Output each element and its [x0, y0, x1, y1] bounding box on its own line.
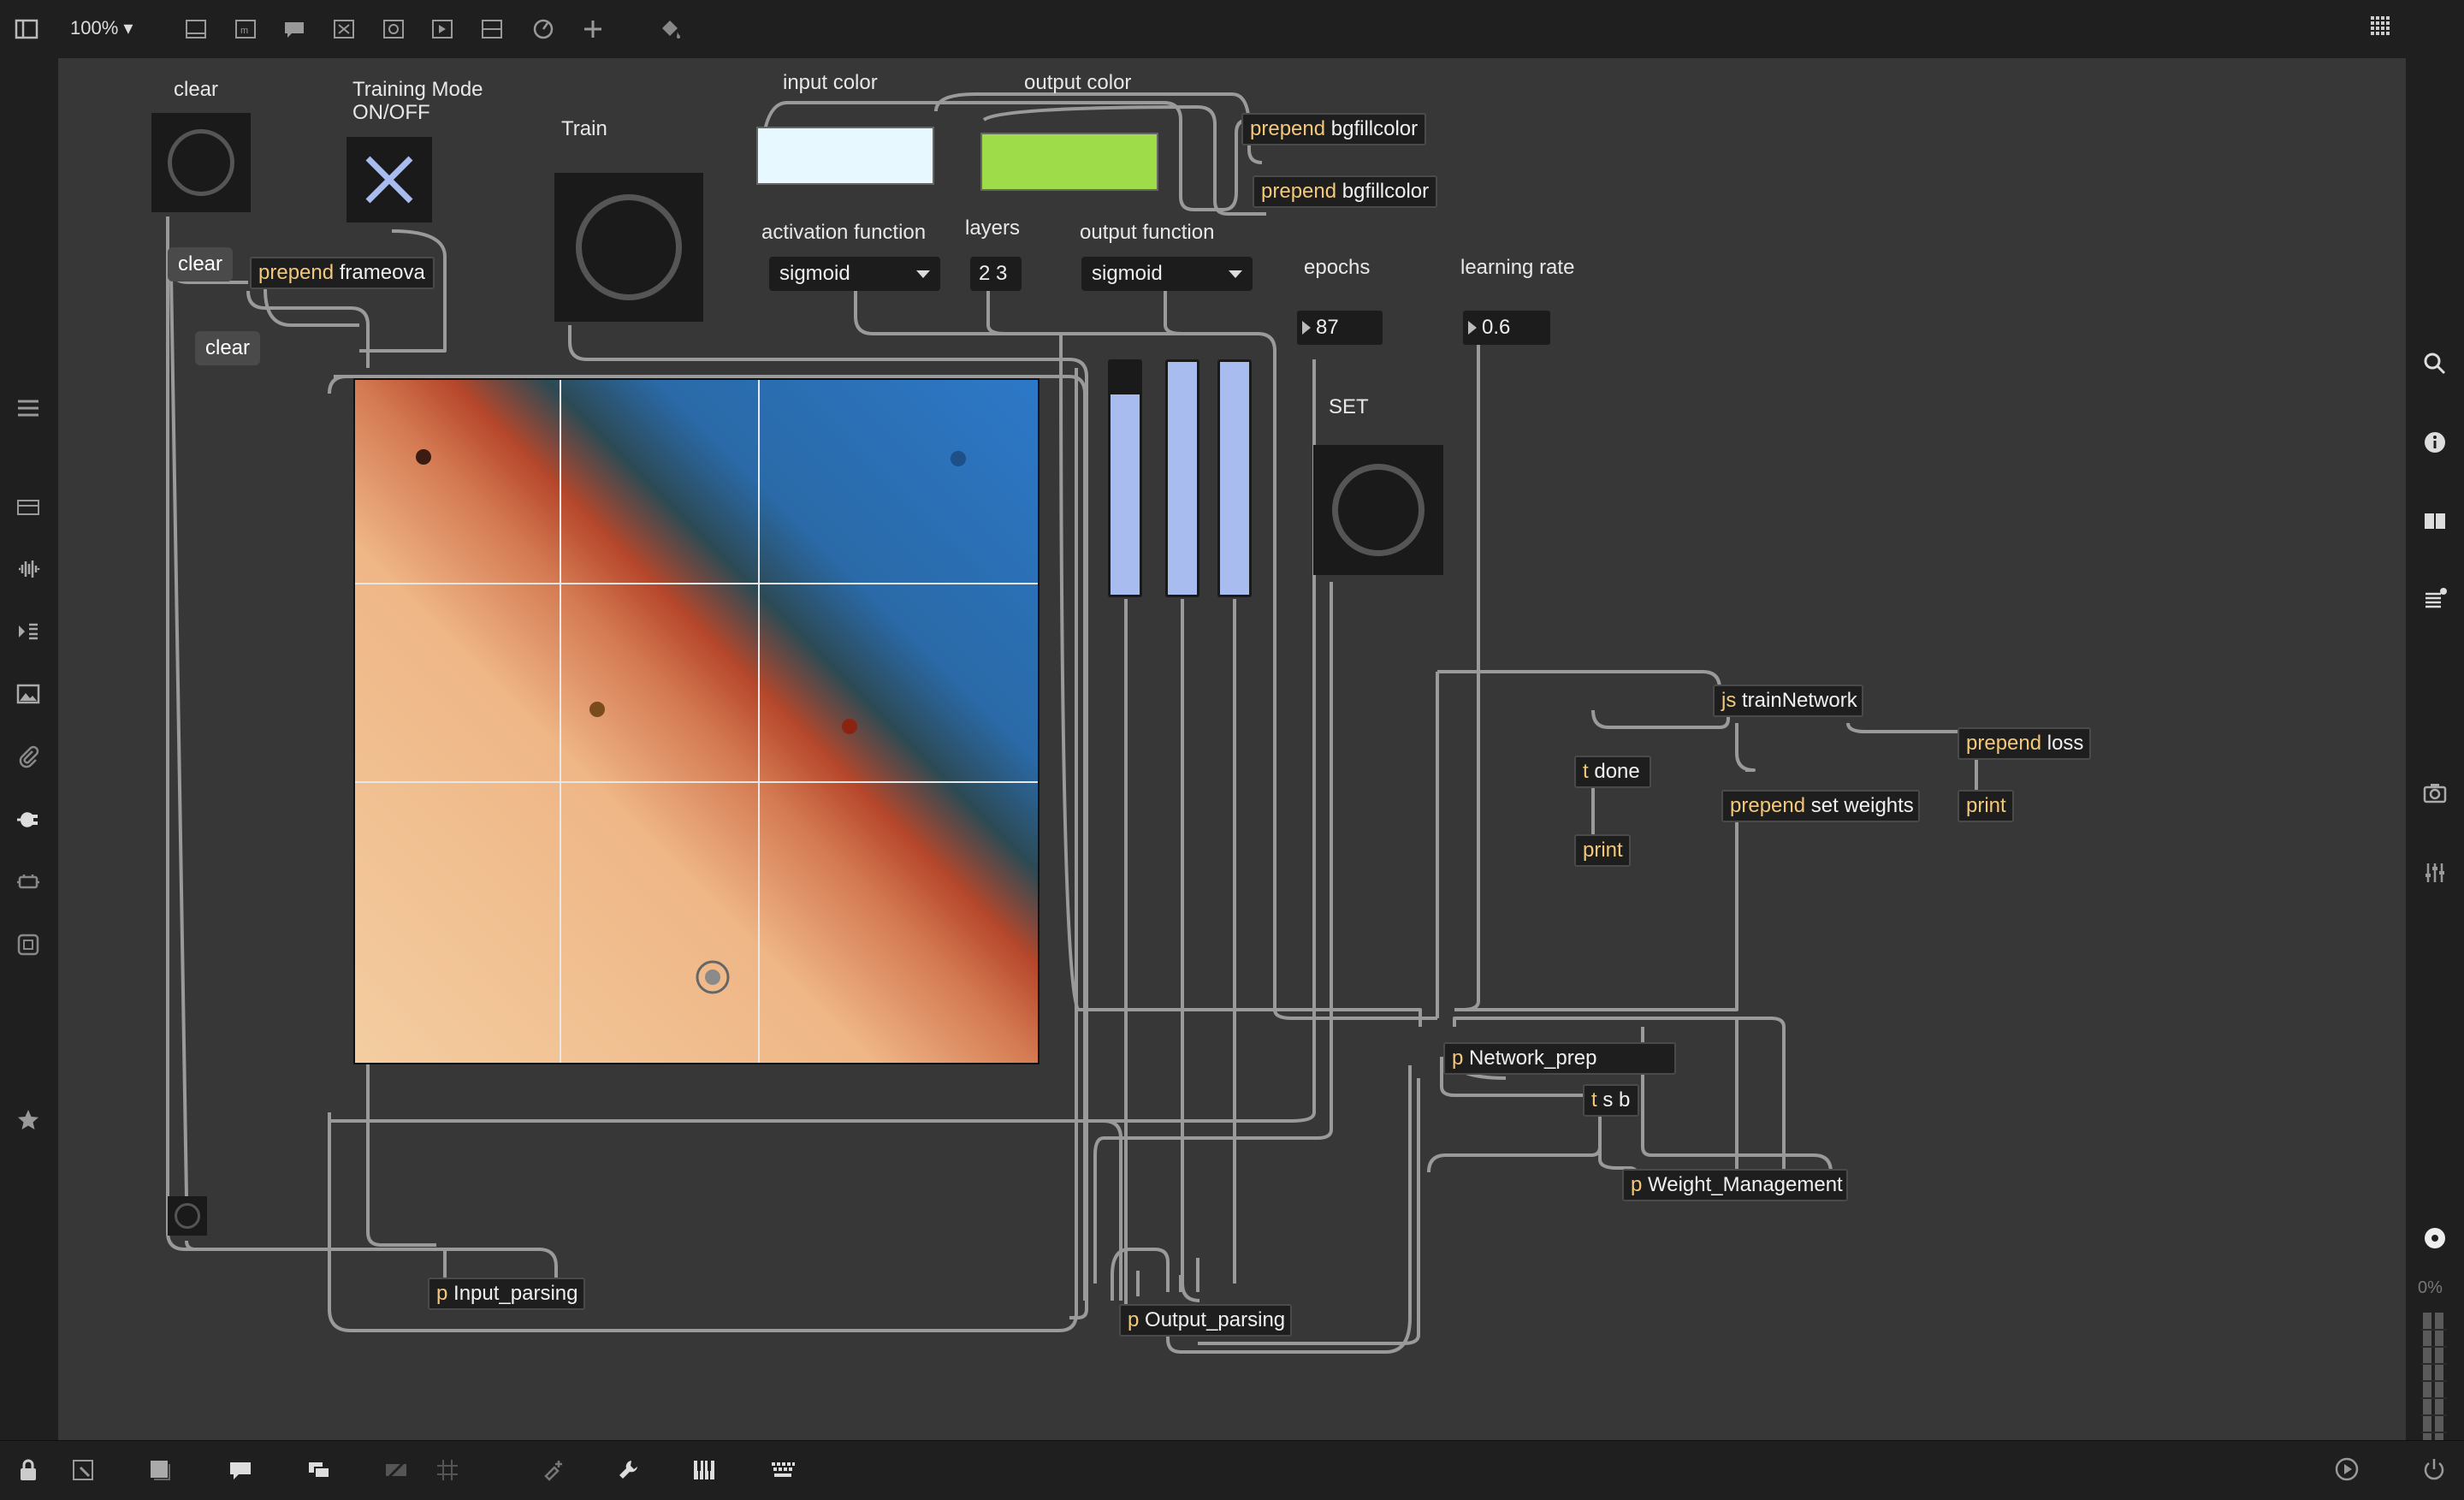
slider-fill	[1168, 362, 1197, 595]
object-argument: frameova	[339, 261, 425, 284]
object-keyword: p	[1452, 1046, 1464, 1070]
object-argument: s b	[1602, 1088, 1631, 1112]
x-mark-icon	[365, 156, 413, 204]
output-slider-2[interactable]	[1165, 359, 1199, 597]
layers-value: 2 3	[979, 262, 1008, 285]
epochs-value: 87	[1316, 316, 1339, 339]
clear-bang[interactable]	[151, 113, 251, 212]
object-keyword: p	[436, 1282, 448, 1305]
object-keyword: js	[1721, 689, 1737, 712]
output-function-value: sigmoid	[1092, 262, 1163, 285]
train-label: Train	[561, 117, 607, 140]
output-slider-3[interactable]	[1217, 359, 1252, 597]
activation-function-label: activation function	[761, 221, 927, 244]
set-bang[interactable]	[1313, 445, 1443, 575]
learning-rate-label: learning rate	[1460, 256, 1575, 279]
object-keyword: print	[1583, 839, 1623, 862]
object-argument: bgfillcolor	[1330, 117, 1419, 140]
output-function-menu[interactable]: sigmoid	[1081, 257, 1253, 291]
epochs-label: epochs	[1304, 256, 1371, 279]
learning-rate-value: 0.6	[1482, 316, 1511, 339]
object-argument: trainNetwork	[1742, 689, 1857, 712]
network-prep-subpatch[interactable]: p Network_prep	[1443, 1042, 1676, 1075]
epochs-number[interactable]: 87	[1297, 311, 1383, 345]
loadbang-bang[interactable]	[168, 1196, 207, 1236]
object-argument: Weight_Management	[1648, 1173, 1843, 1196]
object-keyword: t	[1591, 1088, 1597, 1112]
set-label: SET	[1329, 395, 1369, 418]
prepend-bgfillcolor-object-2[interactable]: prepend bgfillcolor	[1253, 175, 1437, 208]
chevron-down-icon	[1229, 270, 1242, 278]
prepend-bgfillcolor-object-1[interactable]: prepend bgfillcolor	[1241, 113, 1426, 145]
output-color-swatch[interactable]	[980, 133, 1158, 191]
object-argument: set weights	[1810, 794, 1914, 817]
t-done-object[interactable]: t done	[1574, 756, 1651, 788]
object-keyword: p	[1128, 1308, 1140, 1331]
classification-pad[interactable]	[353, 378, 1040, 1064]
weight-management-subpatch[interactable]: p Weight_Management	[1622, 1169, 1848, 1201]
input-color-label: input color	[783, 71, 878, 94]
object-argument: bgfillcolor	[1342, 180, 1430, 203]
object-argument: Output_parsing	[1145, 1308, 1286, 1331]
object-argument: loss	[2046, 732, 2084, 755]
clear-message-1[interactable]: clear	[168, 247, 234, 282]
training-mode-label: Training Mode	[352, 78, 483, 101]
object-keyword: t	[1583, 760, 1589, 783]
object-keyword: prepend	[1730, 794, 1806, 817]
number-arrow-icon	[1302, 321, 1311, 335]
layers-label: layers	[965, 216, 1021, 240]
training-mode-toggle[interactable]	[346, 137, 432, 222]
decision-gradient	[355, 380, 1038, 1063]
activation-function-menu[interactable]: sigmoid	[769, 257, 940, 291]
chevron-down-icon	[916, 270, 930, 278]
number-arrow-icon	[1468, 321, 1477, 335]
slider-fill	[1220, 362, 1249, 595]
clear-label: clear	[174, 78, 219, 101]
output-function-label: output function	[1080, 221, 1215, 244]
print-object-2[interactable]: print	[1958, 790, 2014, 822]
object-keyword: prepend	[1250, 117, 1326, 140]
train-bang[interactable]	[554, 173, 703, 322]
activation-function-value: sigmoid	[779, 262, 850, 285]
object-keyword: p	[1631, 1173, 1643, 1196]
object-argument: done	[1594, 760, 1640, 783]
output-parsing-subpatch[interactable]: p Output_parsing	[1119, 1304, 1292, 1337]
t-s-b-object[interactable]: t s b	[1583, 1084, 1639, 1117]
object-keyword: prepend	[258, 261, 335, 284]
prepend-loss-object[interactable]: prepend loss	[1958, 727, 2091, 760]
input-parsing-subpatch[interactable]: p Input_parsing	[428, 1278, 585, 1310]
prepend-frameova-object[interactable]: prepend frameova	[250, 257, 435, 289]
output-color-label: output color	[1024, 71, 1132, 94]
js-trainnetwork-object[interactable]: js trainNetwork	[1713, 685, 1863, 717]
learning-rate-number[interactable]: 0.6	[1463, 311, 1550, 345]
object-keyword: prepend	[1261, 180, 1337, 203]
training-mode-onoff-label: ON/OFF	[352, 101, 430, 124]
output-slider-1[interactable]	[1108, 359, 1142, 597]
print-object-1[interactable]: print	[1574, 834, 1631, 867]
slider-fill	[1111, 394, 1140, 595]
input-color-swatch[interactable]	[756, 127, 934, 185]
object-argument: Input_parsing	[453, 1282, 578, 1305]
layers-field[interactable]: 2 3	[970, 257, 1022, 291]
prepend-set-weights-object[interactable]: prepend set weights	[1721, 790, 1920, 822]
clear-message-2[interactable]: clear	[195, 331, 261, 365]
object-keyword: prepend	[1966, 732, 2042, 755]
object-argument: Network_prep	[1469, 1046, 1597, 1070]
object-keyword: print	[1966, 794, 2006, 817]
